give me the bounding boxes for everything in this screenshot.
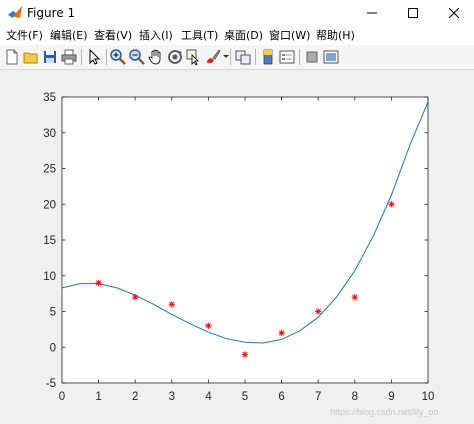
menu-file[interactable]: 文件(F) [6, 28, 43, 43]
close-button[interactable] [434, 0, 474, 26]
maximize-icon [408, 8, 418, 18]
data-point-marker [132, 294, 139, 301]
toolbar-separator [230, 49, 231, 65]
axes-background [62, 97, 428, 383]
menu-desktop[interactable]: 桌面(D) [224, 28, 263, 43]
x-tick-label: 0 [59, 391, 65, 403]
menu-window[interactable]: 窗口(W) [269, 28, 310, 43]
y-tick-label: 30 [43, 128, 56, 140]
link-plot-icon[interactable] [234, 48, 252, 66]
print-icon[interactable] [60, 48, 78, 66]
save-icon[interactable] [41, 48, 59, 66]
x-tick-label: 6 [278, 391, 284, 403]
figure-window: Figure 1 文件(F) 编辑(E) 查看(V) 插入(I) 工具(T) 桌… [0, 0, 474, 424]
data-cursor-icon[interactable] [185, 48, 203, 66]
title-bar: Figure 1 [0, 0, 474, 26]
brush-icon[interactable] [204, 48, 222, 66]
data-point-marker [168, 301, 175, 308]
data-point-marker [241, 351, 249, 358]
menu-tools[interactable]: 工具(T) [181, 28, 218, 43]
y-tick-label: 10 [43, 271, 56, 283]
menu-bar: 文件(F) 编辑(E) 查看(V) 插入(I) 工具(T) 桌面(D) 窗口(W… [0, 26, 474, 45]
pan-icon[interactable] [147, 48, 165, 66]
toolbar-separator [81, 49, 82, 65]
hide-plot-tools-icon[interactable] [303, 48, 321, 66]
data-point-marker [95, 279, 102, 287]
y-tick-label: 35 [43, 92, 56, 104]
x-tick-label: 5 [242, 391, 248, 403]
open-file-icon[interactable] [22, 48, 40, 66]
plot-svg: 0 1 2 3 4 5 6 7 8 9 10-505101520253035 https://blo… [43, 92, 439, 417]
x-tick-label: 4 [205, 391, 212, 403]
x-tick-label: 1 [95, 391, 101, 403]
close-icon [449, 8, 459, 18]
watermark-text: https://blog.csdn.net/lily_oo [330, 407, 439, 417]
minimize-icon [367, 12, 377, 14]
y-tick-label: 0 [50, 342, 56, 354]
legend-icon[interactable] [278, 48, 296, 66]
rotate-3d-icon[interactable] [166, 48, 184, 66]
data-point-marker [388, 201, 395, 208]
toolbar-separator [106, 49, 107, 65]
colorbar-icon[interactable] [259, 48, 277, 66]
brush-dropdown-icon[interactable] [223, 55, 229, 58]
y-tick-label: 15 [43, 235, 56, 247]
y-tick-label: 5 [50, 307, 56, 319]
window-title: Figure 1 [27, 6, 76, 20]
menu-edit[interactable]: 编辑(E) [50, 28, 88, 43]
maximize-button[interactable] [393, 0, 433, 26]
data-point-marker [205, 322, 212, 329]
show-plot-tools-icon[interactable] [322, 48, 340, 66]
y-tick-label: 20 [43, 199, 56, 211]
zoom-out-icon[interactable] [128, 48, 146, 66]
y-tick-label: 25 [43, 164, 56, 176]
toolbar-separator [299, 49, 300, 65]
x-tick-label: 10 [422, 391, 435, 403]
menu-help[interactable]: 帮助(H) [316, 28, 355, 43]
minimize-button[interactable] [352, 0, 392, 26]
data-point-marker [278, 329, 285, 337]
zoom-in-icon[interactable] [109, 48, 127, 66]
x-tick-label: 7 [315, 391, 321, 403]
x-tick-label: 3 [169, 391, 175, 403]
x-tick-label: 2 [132, 391, 138, 403]
x-tick-label: 8 [352, 391, 358, 403]
x-tick-label: 9 [388, 391, 394, 403]
data-point-marker [315, 308, 322, 315]
pointer-icon[interactable] [85, 48, 103, 66]
data-point-marker [351, 294, 358, 301]
y-tick-label: -5 [46, 378, 56, 390]
new-figure-icon[interactable] [3, 48, 21, 66]
menu-insert[interactable]: 插入(I) [139, 28, 173, 43]
matlab-logo-icon [7, 5, 23, 21]
menu-view[interactable]: 查看(V) [94, 28, 132, 43]
toolbar-separator [255, 49, 256, 65]
figure-toolbar [0, 45, 474, 70]
